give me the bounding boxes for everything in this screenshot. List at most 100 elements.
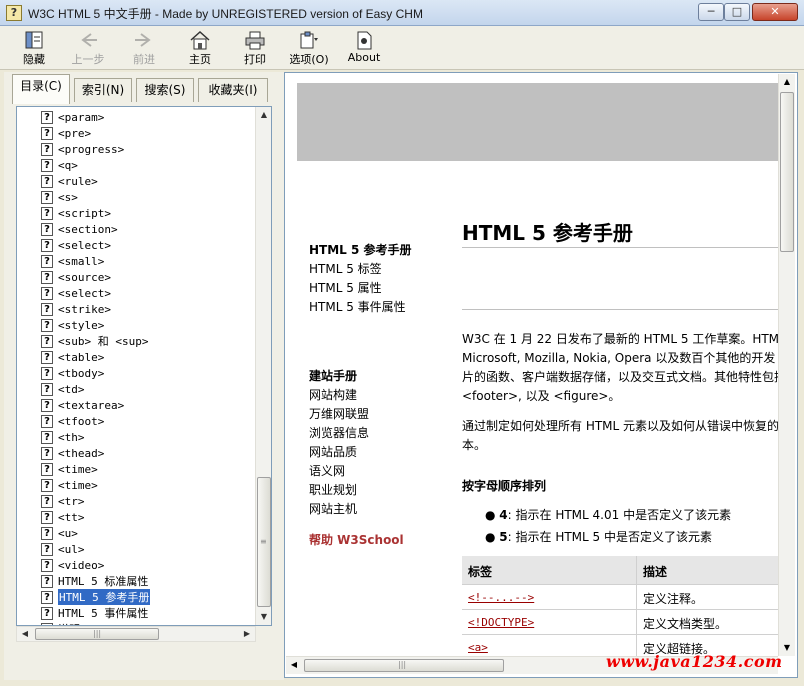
scroll-left-icon[interactable]: ◀ <box>286 657 302 673</box>
table-row: <!DOCTYPE> 定义文档类型。 <box>462 610 780 635</box>
tree-item[interactable]: ? <source> <box>41 269 111 285</box>
tree-horizontal-scrollbar[interactable]: ◀ ||| ▶ <box>16 626 256 642</box>
tree-item[interactable]: ? <tt> <box>41 509 85 525</box>
tree-item-label: <sub> 和 <sup> <box>58 335 149 348</box>
tree-item[interactable]: ? <pre> <box>41 125 91 141</box>
tree-item[interactable]: ? <q> <box>41 157 78 173</box>
pane-splitter[interactable] <box>276 72 284 680</box>
tree-item[interactable]: ? <sub> 和 <sup> <box>41 333 148 349</box>
tree-item[interactable]: ? <tr> <box>41 493 85 509</box>
tree-item[interactable]: ? <select> <box>41 285 111 301</box>
tree-item[interactable]: ? <rule> <box>41 173 98 189</box>
tree-item[interactable]: ? <time> <box>41 461 98 477</box>
chm-app-icon: ? <box>6 5 22 21</box>
legend-bullet: ● 4: 指示在 HTML 4.01 中是否定义了该元素 <box>485 508 732 522</box>
tree-item[interactable]: ? <strike> <box>41 301 111 317</box>
intro-line: 片的函数、客户端数据存储，以及交互式文档。其他特性包括 <box>462 370 780 384</box>
reference-nav: HTML 5 参考手册 HTML 5 标签 HTML 5 属性 HTML 5 事… <box>309 241 412 317</box>
nav-link-site-build[interactable]: 网站构建 <box>309 386 369 405</box>
content-scroll-thumb[interactable] <box>780 92 794 252</box>
tree-item[interactable]: ? <u> <box>41 525 78 541</box>
tree-item-label: HTML 5 标准属性 <box>58 575 149 588</box>
tree-item-label: <tt> <box>58 510 85 524</box>
nav-link-hosting[interactable]: 网站主机 <box>309 500 369 519</box>
tree-item[interactable]: ? HTML 5 参考手册 <box>41 588 152 606</box>
tree-item[interactable]: ? HTML 5 事件属性 <box>41 605 148 621</box>
scroll-right-icon[interactable]: ▶ <box>239 627 255 641</box>
nav-link-attributes[interactable]: HTML 5 属性 <box>309 279 412 298</box>
maximize-button[interactable]: □ <box>724 3 750 21</box>
forward-button[interactable]: 前进 <box>120 28 168 68</box>
tree-item[interactable]: ? <textarea> <box>41 397 124 413</box>
nav-tabs: 目录(C) 索引(N) 搜索(S) 收藏夹(I) <box>4 72 276 106</box>
print-button[interactable]: 打印 <box>231 28 279 68</box>
help-w3school-link[interactable]: 帮助 W3School <box>309 531 404 548</box>
hide-button[interactable]: 隐藏 <box>10 28 58 68</box>
intro-line: Microsoft, Mozilla, Nokia, Opera 以及数百个其他… <box>462 351 776 365</box>
tree-item[interactable]: ? <small> <box>41 253 104 269</box>
tab-favorites[interactable]: 收藏夹(I) <box>198 78 268 102</box>
site-building-nav: 建站手册 网站构建 万维网联盟 浏览器信息 网站品质 语义网 职业规划 网站主机 <box>309 367 369 519</box>
home-button[interactable]: 主页 <box>176 28 224 68</box>
tree-item[interactable]: ? <style> <box>41 317 104 333</box>
tag-link[interactable]: <!DOCTYPE> <box>468 616 534 629</box>
tree-item[interactable]: ? HTML 5 标准属性 <box>41 573 148 589</box>
tree-item-label: <strike> <box>58 302 111 316</box>
nav-link-career[interactable]: 职业规划 <box>309 481 369 500</box>
tree-item[interactable]: ? <th> <box>41 429 85 445</box>
tree-item[interactable]: ? <select> <box>41 237 111 253</box>
tree-item[interactable]: ? <progress> <box>41 141 124 157</box>
content-vertical-scrollbar[interactable]: ▲ ▼ <box>778 74 795 656</box>
help-page-icon: ? <box>41 174 53 188</box>
tree-item[interactable]: ? <tbody> <box>41 365 104 381</box>
tree-item-label: <u> <box>58 526 78 540</box>
tree-item[interactable]: ? <section> <box>41 221 118 237</box>
help-page-icon: ? <box>41 558 53 572</box>
tree-vertical-scrollbar[interactable]: ▲ ≡ ▼ <box>255 107 271 625</box>
scroll-down-icon[interactable]: ▼ <box>256 609 271 625</box>
table-row: <!--...--> 定义注释。 <box>462 585 780 610</box>
tree-item[interactable]: ? <script> <box>41 205 111 221</box>
contents-tree[interactable]: ▲ ≡ ▼ ? <param>? <pre>? <progress>? <q>? <rul… <box>16 106 272 626</box>
nav-link-tags[interactable]: HTML 5 标签 <box>309 260 412 279</box>
column-header-description: 描述 <box>643 565 668 579</box>
tab-index[interactable]: 索引(N) <box>74 78 132 102</box>
minimize-button[interactable]: ─ <box>698 3 724 21</box>
tree-item[interactable]: ? <table> <box>41 349 104 365</box>
tree-item[interactable]: ? <td> <box>41 381 85 397</box>
tree-item-label: HTML 5 参考手册 <box>56 588 152 606</box>
nav-link-reference[interactable]: HTML 5 参考手册 <box>309 241 412 260</box>
help-page-icon: ? <box>41 510 53 524</box>
tree-item-label: <time> <box>58 462 98 476</box>
tab-search[interactable]: 搜索(S) <box>136 78 194 102</box>
options-button[interactable]: 选项(O) <box>285 28 333 68</box>
nav-link-quality[interactable]: 网站品质 <box>309 443 369 462</box>
about-button[interactable]: About <box>340 28 388 68</box>
nav-link-w3c[interactable]: 万维网联盟 <box>309 405 369 424</box>
nav-link-semantic[interactable]: 语义网 <box>309 462 369 481</box>
print-icon <box>244 30 266 50</box>
scroll-up-icon[interactable]: ▲ <box>256 107 271 123</box>
close-button[interactable]: ✕ <box>752 3 798 21</box>
tree-item[interactable]: ? <time> <box>41 477 98 493</box>
back-button[interactable]: 上一步 <box>64 28 112 68</box>
tab-contents[interactable]: 目录(C) <box>12 74 70 104</box>
tree-item[interactable]: ? <ul> <box>41 541 85 557</box>
tree-item[interactable]: ? <s> <box>41 189 78 205</box>
tree-item[interactable]: ? <tfoot> <box>41 413 104 429</box>
tag-link[interactable]: <a> <box>468 641 488 654</box>
intro-line: <footer>, 以及 <figure>。 <box>462 389 621 403</box>
tree-item[interactable]: ? <video> <box>41 557 104 573</box>
tag-link[interactable]: <!--...--> <box>468 591 534 604</box>
help-page-icon: ? <box>41 254 53 268</box>
nav-link-browser[interactable]: 浏览器信息 <box>309 424 369 443</box>
tree-item[interactable]: ? <thead> <box>41 445 104 461</box>
back-label: 上一步 <box>71 53 105 66</box>
tree-item-label: <q> <box>58 158 78 172</box>
about-label: About <box>347 51 381 64</box>
help-page-icon: ? <box>41 590 53 604</box>
scroll-left-icon[interactable]: ◀ <box>17 627 33 641</box>
tree-item[interactable]: ? <param> <box>41 109 104 125</box>
scroll-up-icon[interactable]: ▲ <box>779 74 795 90</box>
nav-link-event-attributes[interactable]: HTML 5 事件属性 <box>309 298 412 317</box>
